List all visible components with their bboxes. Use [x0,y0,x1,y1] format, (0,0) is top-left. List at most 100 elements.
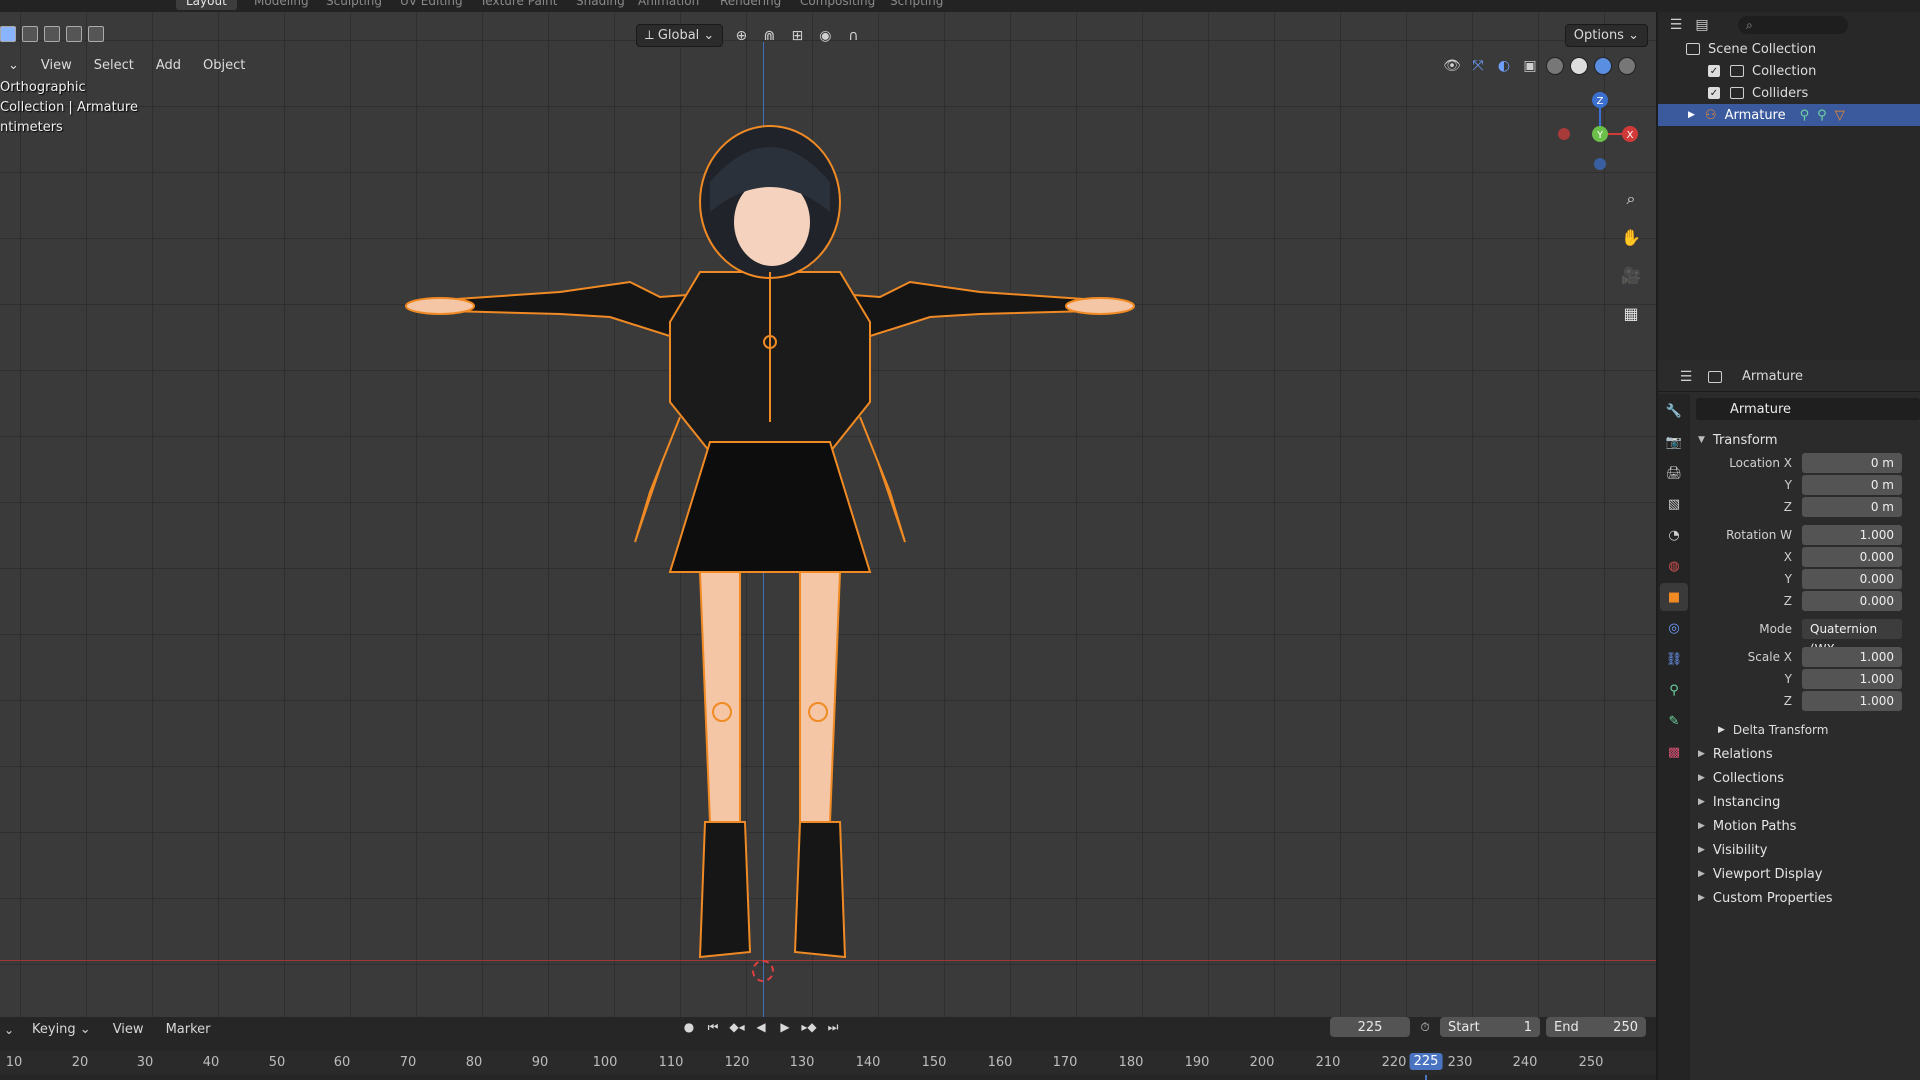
expand-arrow-icon[interactable]: ▶ [1688,110,1695,120]
relations-panel[interactable]: ▶ Relations [1692,742,1920,766]
play-reverse-icon[interactable]: ◀ [752,1017,770,1037]
object-tab-icon[interactable]: ■ [1660,583,1688,611]
rendered-shading-icon[interactable] [1618,57,1636,75]
view-layer-tab-icon[interactable]: ▧ [1660,490,1688,518]
select-invert-icon[interactable] [66,26,82,42]
output-tab-icon[interactable]: 🖨 [1660,459,1688,487]
tab-layout[interactable]: Layout [176,0,237,10]
checkbox-icon[interactable]: ✓ [1708,87,1720,99]
3d-viewport[interactable]: ⌄ View Select Add Object ⟂ Global ⌄ ⊕ ⋒ … [0,12,1656,1017]
playhead-line[interactable] [1425,1075,1427,1080]
next-keyframe-icon[interactable]: ▸◆ [800,1017,818,1037]
tab-rendering[interactable]: Rendering [710,0,791,10]
location-x-field[interactable]: 0 m [1802,453,1902,473]
pan-hand-icon[interactable]: ✋ [1616,222,1646,252]
current-frame-field[interactable]: 225 [1330,1017,1410,1037]
custom-properties-panel[interactable]: ▶ Custom Properties [1692,886,1920,910]
rotation-z-field[interactable]: 0.000 [1802,591,1902,611]
navigation-gizmo[interactable]: Z Y X [1540,74,1650,184]
pose-icon[interactable]: ⚲ [1800,108,1810,123]
checkbox-icon[interactable]: ✓ [1708,65,1720,77]
collections-panel[interactable]: ▶ Collections [1692,766,1920,790]
timeline-menu-marker[interactable]: Marker [158,1019,219,1040]
motion-paths-panel[interactable]: ▶ Motion Paths [1692,814,1920,838]
select-subtract-icon[interactable] [44,26,60,42]
visibility-panel[interactable]: ▶ Visibility [1692,838,1920,862]
render-tab-icon[interactable]: 📷 [1660,428,1688,456]
menu-object[interactable]: Object [195,56,253,75]
stopwatch-icon[interactable]: ⏱ [1416,1017,1434,1037]
object-name-field[interactable]: Armature [1696,398,1920,420]
grid-perspective-icon[interactable]: ▦ [1616,298,1646,328]
menu-view[interactable]: View [33,56,80,75]
play-icon[interactable]: ▶ [776,1017,794,1037]
menu-select[interactable]: Select [86,56,142,75]
tab-texture-paint[interactable]: Texture Paint [470,0,567,10]
instancing-panel[interactable]: ▶ Instancing [1692,790,1920,814]
world-tab-icon[interactable]: ◍ [1660,552,1688,580]
bone-data-icon[interactable]: ⚲ [1817,108,1827,123]
3d-cursor-icon[interactable] [752,960,774,982]
frame-ruler[interactable]: 10 20 30 40 50 60 70 80 90 100 110 120 1… [0,1051,1656,1075]
outliner-item-scene-collection[interactable]: Scene Collection [1658,38,1920,60]
solid-shading-icon[interactable] [1570,57,1588,75]
pivot-point-icon[interactable]: ⊕ [731,26,751,46]
snap-icon[interactable]: ⋒ [759,26,779,46]
tab-shading[interactable]: Shading [566,0,635,10]
modifier-tab-icon[interactable]: ◎ [1660,614,1688,642]
tab-animation[interactable]: Animation [628,0,709,10]
record-icon[interactable]: ● [680,1017,698,1037]
select-extend-icon[interactable] [22,26,38,42]
gizmo-toggle-icon[interactable]: ⤧ [1468,56,1488,76]
keying-dropdown[interactable]: Keying ⌄ [24,1019,99,1040]
gizmo-neg-x[interactable] [1558,128,1570,140]
rotation-w-field[interactable]: 1.000 [1802,525,1902,545]
character-model[interactable] [400,122,1140,982]
editor-type-icon[interactable]: ☰ [1666,15,1686,35]
jump-start-icon[interactable]: ⏮ [704,1017,722,1037]
start-frame-field[interactable]: Start 1 [1440,1017,1540,1037]
proportional-edit-icon[interactable]: ◉ [815,26,835,46]
zoom-icon[interactable]: ⌕ [1616,184,1646,214]
playhead-frame-badge[interactable]: 225 [1409,1053,1443,1070]
overlay-toggle-icon[interactable]: ◐ [1494,56,1514,76]
location-z-field[interactable]: 0 m [1802,497,1902,517]
tab-sculpting[interactable]: Sculpting [316,0,392,10]
end-frame-field[interactable]: End 250 [1546,1017,1646,1037]
scale-x-field[interactable]: 1.000 [1802,647,1902,667]
outliner-item-colliders[interactable]: ✓ Colliders [1658,82,1920,104]
tab-partial[interactable] [30,0,50,10]
material-shading-icon[interactable] [1594,57,1612,75]
camera-view-icon[interactable]: 🎥 [1616,260,1646,290]
texture-tab-icon[interactable]: ▩ [1660,738,1688,766]
rotation-y-field[interactable]: 0.000 [1802,569,1902,589]
mesh-data-icon[interactable]: ▽ [1835,108,1845,123]
menu-add[interactable]: Add [148,56,189,75]
wireframe-shading-icon[interactable] [1546,57,1564,75]
falloff-icon[interactable]: ∩ [843,26,863,46]
object-data-tab-icon[interactable]: ⚲ [1660,676,1688,704]
mode-dropdown-icon[interactable]: ⌄ [0,56,27,75]
snap-target-icon[interactable]: ⊞ [787,26,807,46]
editor-type-icon[interactable]: ☰ [1676,367,1696,387]
outliner-search-input[interactable]: ⌕ [1738,16,1848,34]
scene-tab-icon[interactable]: ◔ [1660,521,1688,549]
tab-compositing[interactable]: Compositing [790,0,885,10]
prev-keyframe-icon[interactable]: ◆◂ [728,1017,746,1037]
tab-scripting[interactable]: Scripting [880,0,953,10]
visibility-eye-icon[interactable]: 👁 [1442,56,1462,76]
xray-toggle-icon[interactable]: ▣ [1520,56,1540,76]
display-mode-icon[interactable]: ▤ [1692,15,1712,35]
rotation-x-field[interactable]: 0.000 [1802,547,1902,567]
tab-modeling[interactable]: Modeling [244,0,319,10]
options-dropdown[interactable]: Options ⌄ [1564,24,1648,47]
bone-tab-icon[interactable]: ✎ [1660,707,1688,735]
outliner-item-armature[interactable]: ▶ ⚇ Armature ⚲ ⚲ ▽ [1658,104,1920,126]
transform-orientation-dropdown[interactable]: ⟂ Global ⌄ [636,24,724,47]
editor-type-chevron-icon[interactable]: ⌄ [0,1020,18,1040]
timeline-menu-view[interactable]: View [105,1019,152,1040]
outliner-item-collection[interactable]: ✓ Collection [1658,60,1920,82]
tab-uv-editing[interactable]: UV Editing [390,0,473,10]
constraint-tab-icon[interactable]: ⛓ [1660,645,1688,673]
delta-transform-panel[interactable]: ▶ Delta Transform [1692,718,1920,742]
